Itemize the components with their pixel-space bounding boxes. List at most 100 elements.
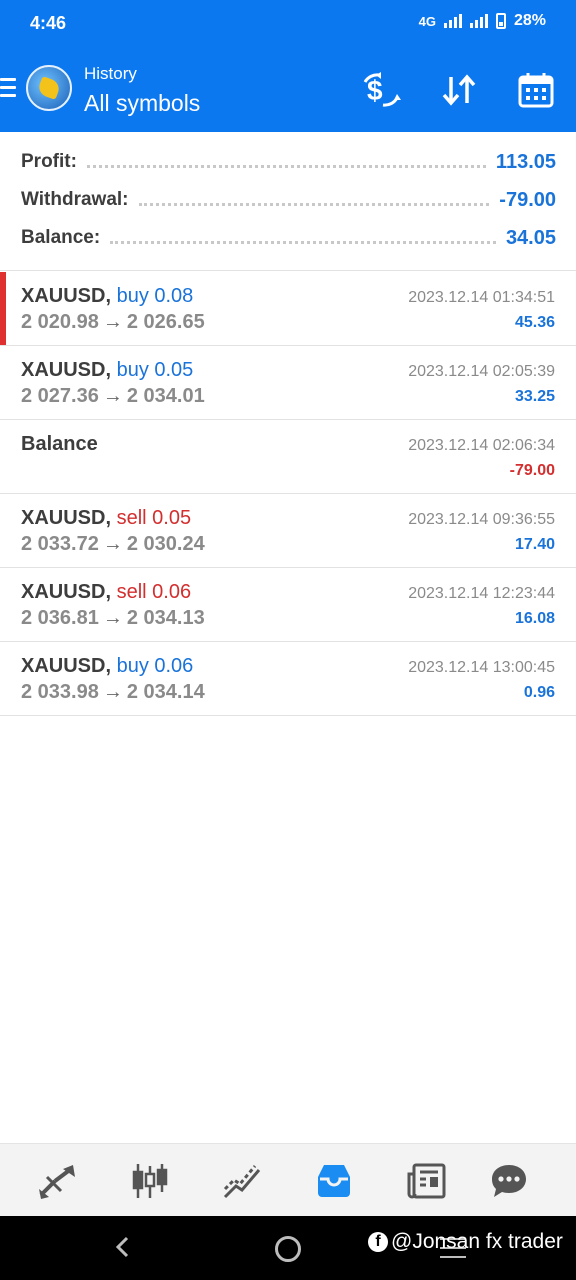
deal-datetime: 2023.12.14 12:23:44 (408, 585, 555, 602)
deal-row[interactable]: XAUUSD, sell 0.06 2 036.81 → 2 034.13 2023… (0, 568, 576, 642)
facebook-icon: f (368, 1232, 388, 1252)
battery-percent: 28% (513, 12, 546, 29)
deal-symbol: XAUUSD, (21, 359, 112, 381)
deal-prices: 2 027.36 → 2 034.01 (21, 385, 205, 408)
history-summary: Profit: 113.05 Withdrawal: -79.00 Balanc… (0, 132, 576, 271)
deal-profit: -79.00 (509, 462, 555, 479)
open-price: 2 036.81 (21, 607, 99, 629)
app-bar: History All symbols $ (0, 56, 576, 126)
deal-profit: 45.36 (514, 314, 555, 331)
deal-prices: 2 036.81 → 2 034.13 (21, 607, 205, 630)
status-bar: 4:46 4G 28% (0, 0, 576, 48)
top-bar: 4:46 4G 28% History All symbols $ (0, 0, 576, 132)
deal-row-balance[interactable]: Balance 2023.12.14 02:06:34 -79.00 (0, 420, 576, 494)
deal-datetime: 2023.12.14 13:00:45 (408, 659, 555, 676)
arrow-icon: → (102, 385, 123, 407)
summary-label: Withdrawal: (21, 189, 129, 210)
summary-value: -79.00 (499, 188, 556, 211)
bottom-navigation (0, 1143, 576, 1216)
dotted-leader (86, 164, 486, 168)
deal-datetime: 2023.12.14 01:34:51 (408, 289, 555, 306)
symbol-filter-title[interactable]: All symbols (84, 90, 200, 117)
deal-side: buy 0.05 (116, 359, 194, 381)
summary-label: Balance: (21, 227, 101, 248)
network-label: 4G (418, 13, 436, 29)
deal-title: XAUUSD, buy 0.05 (21, 359, 193, 382)
deal-datetime: 2023.12.14 02:05:39 (408, 363, 555, 380)
deal-profit: 33.25 (514, 388, 555, 405)
app-logo (26, 65, 72, 111)
deal-side: buy 0.08 (116, 285, 194, 307)
page-subtitle: History (84, 64, 137, 83)
menu-icon[interactable] (0, 78, 16, 98)
deal-profit: 17.40 (514, 536, 555, 553)
deal-title: XAUUSD, sell 0.06 (21, 581, 191, 604)
summary-row-withdrawal: Withdrawal: -79.00 (21, 185, 556, 215)
deal-row[interactable]: XAUUSD, sell 0.05 2 033.72 → 2 030.24 2023… (0, 494, 576, 568)
close-price: 2 026.65 (126, 311, 205, 333)
deals-list: XAUUSD, buy 0.08 2 020.98 → 2 026.65 2023.… (0, 272, 576, 716)
deal-datetime: 2023.12.14 02:06:34 (408, 437, 555, 454)
deal-prices: 2 033.98 → 2 034.14 (21, 681, 205, 704)
summary-row-balance: Balance: 34.05 (21, 223, 556, 253)
calendar-icon[interactable] (514, 68, 558, 112)
system-navigation-bar: f @Jonsan fx trader (0, 1216, 576, 1280)
deal-datetime: 2023.12.14 09:36:55 (408, 511, 555, 528)
summary-value: 113.05 (495, 150, 556, 173)
close-price: 2 034.14 (126, 681, 205, 703)
deal-row[interactable]: XAUUSD, buy 0.06 2 033.98 → 2 034.14 2023.… (0, 642, 576, 716)
deal-side: sell 0.06 (116, 581, 192, 603)
deal-title: XAUUSD, buy 0.06 (21, 655, 193, 678)
arrow-icon: → (102, 311, 123, 333)
summary-row-profit: Profit: 113.05 (21, 147, 556, 177)
quotes-icon[interactable] (34, 1158, 80, 1204)
deals-filter-icon[interactable]: $ (359, 68, 403, 112)
battery-icon (495, 13, 506, 29)
news-icon[interactable] (403, 1158, 449, 1204)
deal-title: Balance (21, 433, 98, 456)
deal-symbol: XAUUSD, (21, 655, 112, 677)
summary-value: 34.05 (505, 226, 556, 249)
chart-icon[interactable] (127, 1158, 173, 1204)
arrow-icon: → (102, 533, 123, 555)
close-price: 2 034.01 (126, 385, 205, 407)
home-icon[interactable] (275, 1236, 301, 1262)
open-price: 2 027.36 (21, 385, 99, 407)
deal-title: XAUUSD, sell 0.05 (21, 507, 191, 530)
signal-icon (469, 14, 488, 28)
deal-symbol: XAUUSD, (21, 581, 112, 603)
watermark-text: @Jonsan fx trader (391, 1230, 563, 1253)
trade-icon[interactable] (219, 1158, 265, 1204)
sort-icon[interactable] (437, 68, 481, 112)
deal-row[interactable]: XAUUSD, buy 0.08 2 020.98 → 2 026.65 2023.… (0, 272, 576, 346)
status-indicators: 4G 28% (419, 12, 546, 30)
deal-profit: 0.96 (523, 684, 555, 701)
back-icon[interactable] (112, 1236, 134, 1258)
arrow-icon: → (102, 607, 123, 629)
deal-symbol: XAUUSD, (21, 507, 112, 529)
watermark: f @Jonsan fx trader (368, 1230, 563, 1254)
close-price: 2 034.13 (126, 607, 205, 629)
arrow-icon: → (102, 681, 123, 703)
open-price: 2 033.72 (21, 533, 99, 555)
deal-prices: 2 020.98 → 2 026.65 (21, 311, 205, 334)
dotted-leader (110, 240, 496, 244)
dotted-leader (138, 202, 490, 206)
deal-row[interactable]: XAUUSD, buy 0.05 2 027.36 → 2 034.01 2023.… (0, 346, 576, 420)
deal-symbol: XAUUSD, (21, 285, 112, 307)
svg-text:$: $ (367, 75, 383, 106)
deal-side: sell 0.05 (116, 507, 192, 529)
deal-profit: 16.08 (514, 610, 555, 627)
open-price: 2 033.98 (21, 681, 99, 703)
summary-label: Profit: (21, 151, 77, 172)
status-time: 4:46 (30, 13, 67, 33)
signal-icon (443, 14, 462, 28)
deal-side: buy 0.06 (116, 655, 194, 677)
chat-icon[interactable] (486, 1158, 532, 1204)
open-price: 2 020.98 (21, 311, 99, 333)
history-icon[interactable] (311, 1158, 357, 1204)
deal-title: XAUUSD, buy 0.08 (21, 285, 193, 308)
close-price: 2 030.24 (126, 533, 205, 555)
deal-symbol: Balance (21, 433, 98, 455)
deal-prices: 2 033.72 → 2 030.24 (21, 533, 205, 556)
